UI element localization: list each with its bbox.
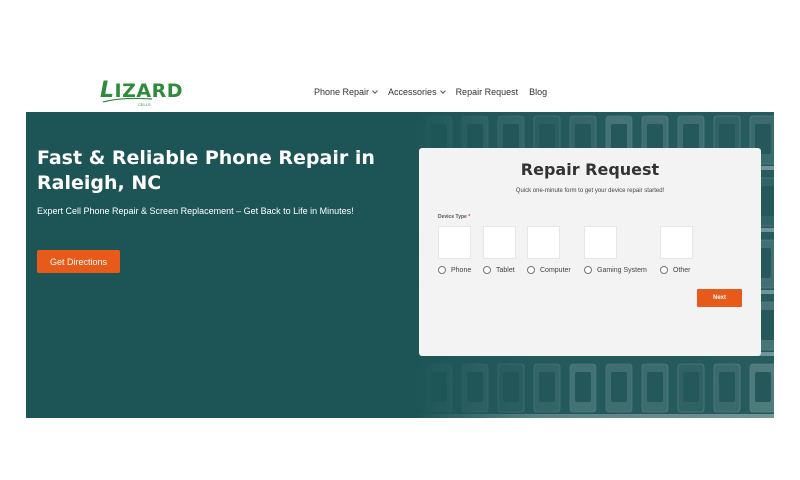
device-option-gaming-label: Gaming System <box>597 267 647 274</box>
next-button[interactable]: Next <box>697 289 742 307</box>
hero-section: Fast & Reliable Phone Repair in Raleigh,… <box>26 112 774 418</box>
form-title: Repair Request <box>520 160 660 179</box>
logo-subtext: CELLS <box>138 102 151 107</box>
nav-item-repair-request[interactable]: Repair Request <box>456 87 519 97</box>
required-mark: * <box>468 214 471 220</box>
device-option-phone-radio[interactable] <box>438 266 446 274</box>
chevron-down-icon <box>439 88 446 94</box>
device-option-tablet-label: Tablet <box>496 267 515 274</box>
nav-item-accessories[interactable]: Accessories <box>388 87 446 97</box>
site-logo[interactable]: LIZARD CELLS <box>100 80 182 108</box>
device-option-gaming-image[interactable] <box>584 226 617 259</box>
device-option-other-radio[interactable] <box>660 266 668 274</box>
chevron-down-icon <box>372 88 378 94</box>
device-type-label: Device Type * <box>438 214 470 220</box>
device-option-gaming-radio[interactable] <box>584 266 592 274</box>
device-option-tablet-image[interactable] <box>483 226 516 259</box>
device-option-other-label: Other <box>673 267 691 274</box>
repair-request-form: Repair Request Quick one-minute form to … <box>419 148 761 356</box>
device-option-computer-label: Computer <box>540 267 571 274</box>
device-option-phone-image[interactable] <box>438 226 471 259</box>
nav-item-label: Phone Repair <box>314 87 370 97</box>
main-nav: Phone Repair Accessories Repair Request … <box>314 87 558 97</box>
nav-item-label: Accessories <box>388 87 437 97</box>
device-option-computer-radio[interactable] <box>527 266 535 274</box>
nav-item-label: Repair Request <box>455 87 519 97</box>
nav-item-phone-repair[interactable]: Phone Repair <box>314 87 378 97</box>
device-option-phone-label: Phone <box>451 267 472 274</box>
device-option-computer-image[interactable] <box>527 226 560 259</box>
device-option-other-image[interactable] <box>660 226 693 259</box>
nav-item-label: Blog <box>529 87 548 97</box>
form-subtitle: Quick one-minute form to get your device… <box>515 188 665 194</box>
hero-subtitle: Expert Cell Phone Repair & Screen Replac… <box>37 206 354 216</box>
device-type-label-text: Device Type <box>438 214 467 220</box>
hero-title: Fast & Reliable Phone Repair in Raleigh,… <box>37 147 375 194</box>
site-header: LIZARD CELLS Phone Repair Accessories Re… <box>0 70 800 112</box>
get-directions-button[interactable]: Get Directions <box>37 250 120 273</box>
device-option-tablet-radio[interactable] <box>483 266 491 274</box>
nav-item-blog[interactable]: Blog <box>529 87 547 97</box>
